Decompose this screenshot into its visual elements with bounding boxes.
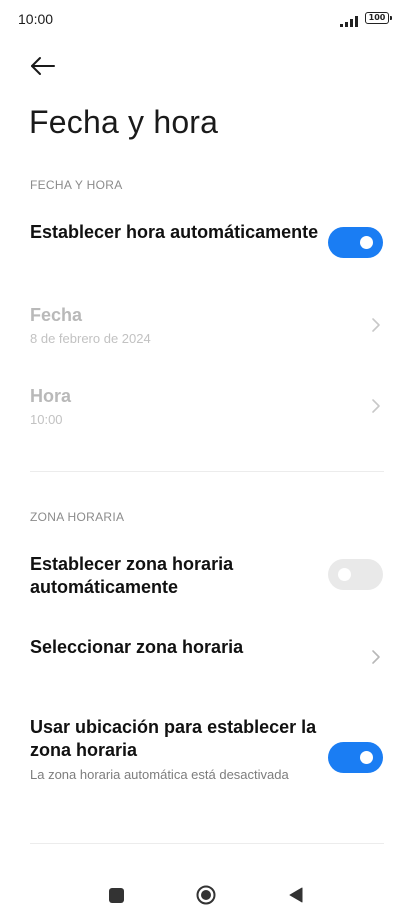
back-button[interactable] <box>26 52 60 80</box>
select-zone-row[interactable]: Seleccionar zona horaria <box>0 630 414 680</box>
recents-button[interactable] <box>109 888 124 903</box>
location-zone-toggle[interactable] <box>328 742 383 773</box>
date-value: 8 de febrero de 2024 <box>30 331 151 346</box>
time-row[interactable]: Hora 10:00 <box>0 381 414 433</box>
section-header-date-time: FECHA Y HORA <box>30 178 123 192</box>
auto-zone-title: Establecer zona horaria automáticamente <box>30 554 234 597</box>
location-zone-row[interactable]: Usar ubicación para establecer la zona h… <box>0 712 414 812</box>
auto-zone-toggle[interactable] <box>328 559 383 590</box>
toggle-knob <box>360 751 373 764</box>
location-zone-subtitle: La zona horaria automática está desactiv… <box>30 767 289 782</box>
date-row[interactable]: Fecha 8 de febrero de 2024 <box>0 300 414 352</box>
page-title: Fecha y hora <box>29 104 219 140</box>
divider <box>30 843 384 844</box>
chevron-right-icon <box>372 650 380 664</box>
auto-time-toggle[interactable] <box>328 227 383 258</box>
signal-icon <box>340 13 360 27</box>
time-value: 10:00 <box>30 412 63 427</box>
chevron-right-icon <box>372 399 380 413</box>
location-zone-title: Usar ubicación para establecer la zona h… <box>30 717 317 760</box>
chevron-right-icon <box>372 318 380 332</box>
nav-back-button[interactable] <box>288 886 304 904</box>
time-title: Hora <box>30 386 72 406</box>
status-time: 10:00 <box>18 11 54 27</box>
arrow-left-icon <box>31 57 55 75</box>
auto-time-row[interactable]: Establecer hora automáticamente <box>0 215 414 275</box>
divider <box>30 471 384 472</box>
home-button[interactable] <box>196 885 216 905</box>
section-header-time-zone: ZONA HORARIA <box>30 510 125 524</box>
date-title: Fecha <box>30 305 83 325</box>
select-zone-title: Seleccionar zona horaria <box>30 637 244 657</box>
auto-time-title: Establecer hora automáticamente <box>30 222 319 242</box>
toggle-knob <box>338 568 351 581</box>
battery-icon: 100 <box>365 12 392 24</box>
auto-zone-row[interactable]: Establecer zona horaria automáticamente <box>0 547 414 607</box>
toggle-knob <box>360 236 373 249</box>
